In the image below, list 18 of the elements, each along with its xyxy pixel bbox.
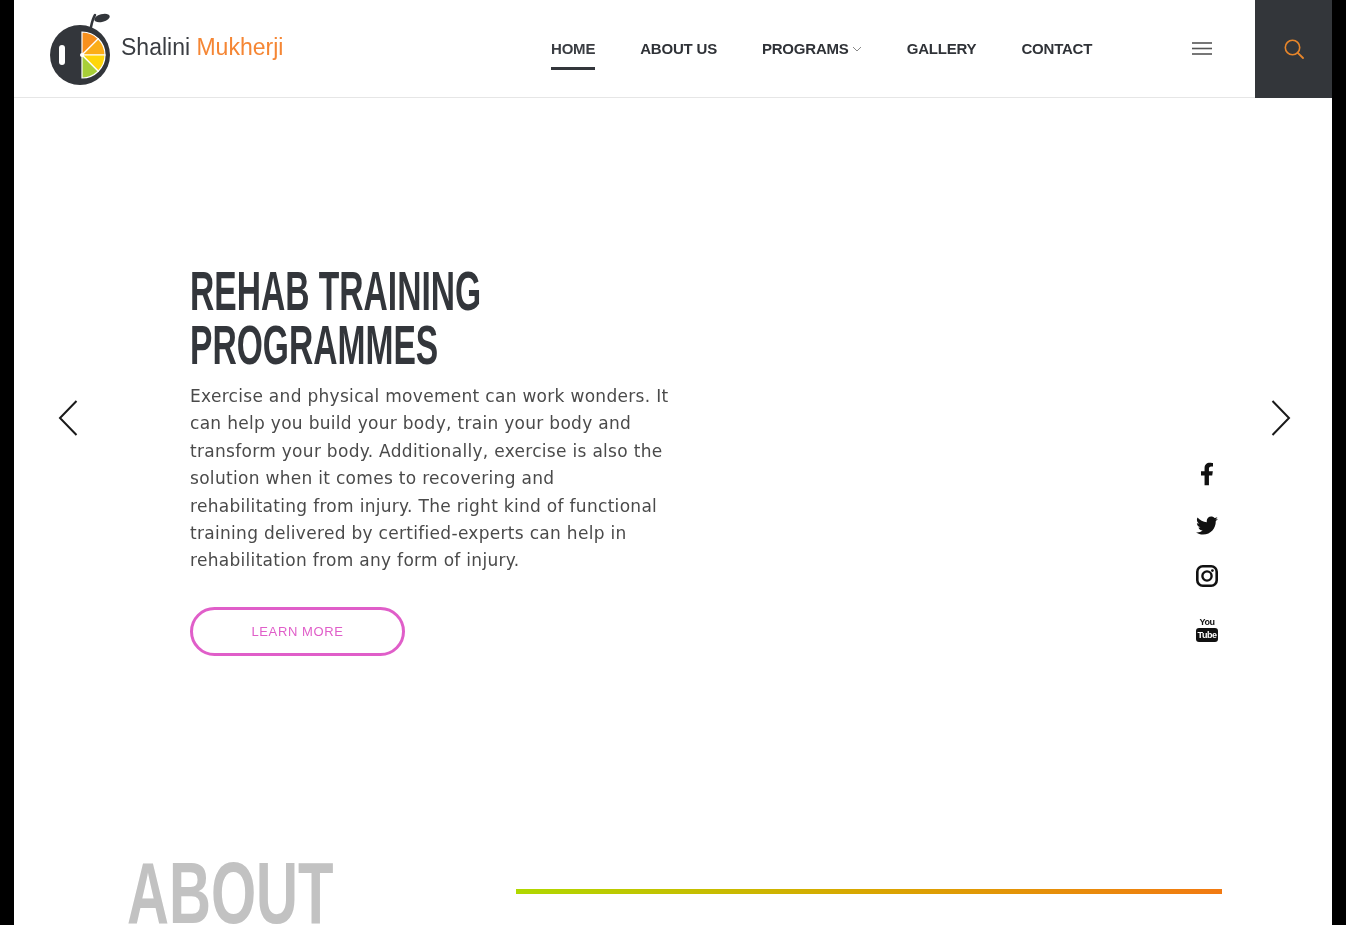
nav-link[interactable]: CONTACT [1021, 27, 1093, 70]
nav-link[interactable]: ABOUT US [640, 27, 717, 70]
nav-link[interactable]: PROGRAMS [761, 27, 862, 70]
fruit-logo-icon[interactable] [48, 11, 112, 86]
logo-text[interactable]: Shalini Mukherji [121, 32, 284, 61]
menu-icon[interactable] [1192, 42, 1212, 55]
chevron-left-icon[interactable] [58, 400, 78, 436]
caret-icon [851, 46, 862, 52]
hero-text: Exercise and physical movement can work wonders. It can help you build your body, train your body and transform your body. Additionally, exercise is also the solution when it comes to recovering and rehabilitating from injury. The right kind of functional training delivered by certified-experts can help in rehabilitation from any form of injury. [190, 385, 670, 573]
instagram-icon[interactable] [1196, 565, 1218, 587]
twitter-icon[interactable] [1196, 516, 1218, 535]
facebook-icon[interactable] [1200, 462, 1214, 486]
nav-link[interactable]: HOME [551, 27, 596, 70]
nav-link[interactable]: GALLERY [906, 27, 977, 70]
search-icon [1283, 39, 1304, 59]
hero-title: REHAB TRAINING PROGRAMMES [190, 264, 483, 372]
about-title: ABOUT [127, 861, 334, 925]
chevron-right-icon[interactable] [1271, 400, 1291, 436]
